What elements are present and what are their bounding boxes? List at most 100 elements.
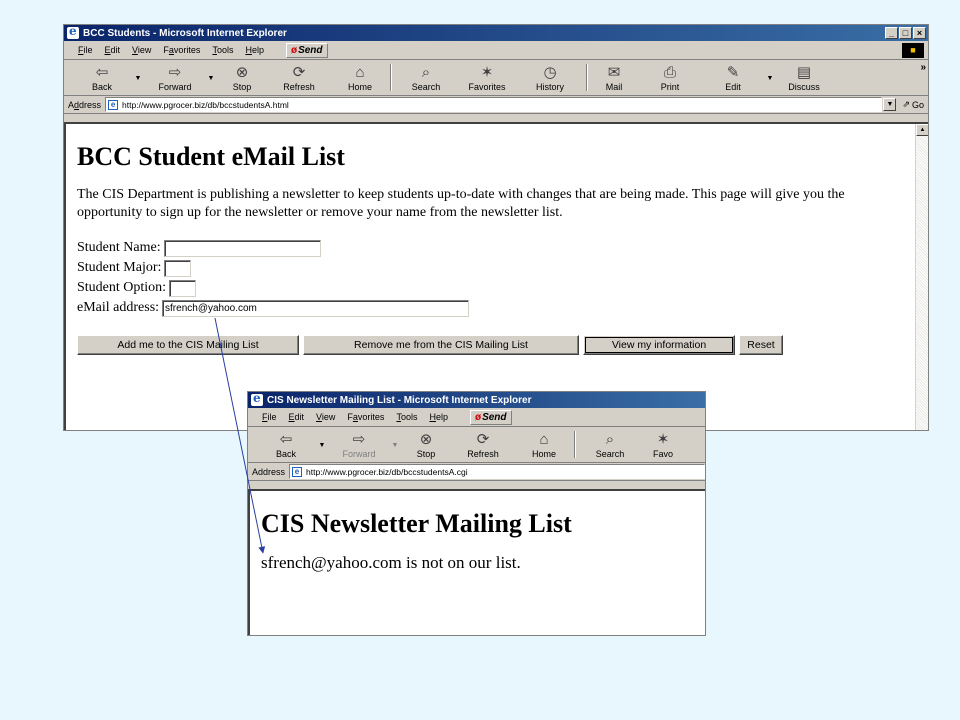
search-button[interactable]: ⌕ Search xyxy=(398,60,454,95)
page-icon: e xyxy=(292,466,303,477)
back-arrow-icon: ⇦ xyxy=(279,431,293,448)
menu-view[interactable]: View xyxy=(316,412,335,422)
forward-button[interactable]: ⇨ Forward xyxy=(334,427,384,462)
back-dropdown[interactable]: ▼ xyxy=(310,427,334,462)
menu-view[interactable]: View xyxy=(132,45,151,55)
refresh-button[interactable]: ⟳ Refresh xyxy=(446,427,520,462)
menu-tools[interactable]: Tools xyxy=(212,45,233,55)
url-text: http://www.pgrocer.biz/db/bccstudentsA.c… xyxy=(306,466,468,477)
stop-button[interactable]: ⊗ Stop xyxy=(406,427,446,462)
vertical-scrollbar[interactable]: ▲ xyxy=(915,124,928,430)
edit-dropdown[interactable]: ▼ xyxy=(760,60,780,95)
stop-button[interactable]: ⊗ Stop xyxy=(222,60,262,95)
favorites-button[interactable]: ✶ Favo xyxy=(638,427,688,462)
view-info-button[interactable]: View my information xyxy=(583,335,735,355)
add-to-list-button[interactable]: Add me to the CIS Mailing List xyxy=(77,335,299,355)
minimize-button[interactable]: _ xyxy=(885,27,898,39)
page-title: BCC Student eMail List xyxy=(77,142,345,171)
forward-dropdown[interactable]: ▼ xyxy=(200,60,222,95)
student-name-row: Student Name: xyxy=(77,238,914,258)
history-icon: ◷ xyxy=(543,64,557,81)
student-name-input[interactable] xyxy=(163,239,321,257)
student-option-label: Student Option: xyxy=(77,280,167,295)
forward-dropdown[interactable]: ▼ xyxy=(384,427,406,462)
home-button[interactable]: ⌂ Home xyxy=(336,60,384,95)
ie-logo-icon xyxy=(67,25,79,39)
menu-edit[interactable]: Edit xyxy=(289,412,305,422)
email-input[interactable]: sfrench@yahoo.com xyxy=(162,299,470,317)
student-major-label: Student Major: xyxy=(77,260,162,275)
send-icon: ø xyxy=(474,411,482,423)
go-button[interactable]: ⇗ Go xyxy=(896,99,928,110)
discuss-button[interactable]: ▤ Discuss xyxy=(780,60,828,95)
search-button[interactable]: ⌕ Search xyxy=(582,427,638,462)
windows-logo-icon: ■ xyxy=(902,43,924,58)
page-content: CIS Newsletter Mailing List sfrench@yaho… xyxy=(248,489,705,635)
stop-icon: ⊗ xyxy=(235,64,249,81)
menu-help[interactable]: Help xyxy=(429,412,448,422)
favorites-button[interactable]: ✶ Favorites xyxy=(454,60,520,95)
print-button[interactable]: ⎙ Print xyxy=(634,60,706,95)
refresh-button[interactable]: ⟳ Refresh xyxy=(262,60,336,95)
page-title: CIS Newsletter Mailing List xyxy=(261,509,572,538)
send-button[interactable]: ø Send xyxy=(285,42,328,58)
search-icon: ⌕ xyxy=(421,64,431,81)
history-button[interactable]: ◷ History xyxy=(520,60,580,95)
student-option-input[interactable] xyxy=(169,279,197,297)
intro-paragraph: The CIS Department is publishing a newsl… xyxy=(77,187,845,220)
printer-icon: ⎙ xyxy=(663,64,676,81)
home-button[interactable]: ⌂ Home xyxy=(520,427,568,462)
edit-icon: ✎ xyxy=(726,64,740,81)
email-label: eMail address: xyxy=(77,300,160,315)
address-dropdown[interactable]: ▼ xyxy=(883,98,897,111)
student-major-input[interactable] xyxy=(164,259,192,277)
menu-bar: File Edit View Favorites Tools Help ø Sen… xyxy=(64,41,928,60)
menu-tools[interactable]: Tools xyxy=(396,412,417,422)
toolbar-separator xyxy=(586,64,588,91)
remove-from-list-button[interactable]: Remove me from the CIS Mailing List xyxy=(303,335,579,355)
toolbar: ⇦ Back ▼ ⇨ Forward ▼ ⊗ Stop ⟳ Refresh ⌂ Home … xyxy=(248,427,705,463)
menu-favorites[interactable]: Favorites xyxy=(347,412,384,422)
forward-button[interactable]: ⇨ Forward xyxy=(150,60,200,95)
toolbar-separator xyxy=(574,431,576,458)
refresh-icon: ⟳ xyxy=(292,64,306,81)
address-label: Address xyxy=(68,99,102,110)
mail-button[interactable]: ✉ Mail xyxy=(594,60,634,95)
refresh-icon: ⟳ xyxy=(476,431,490,448)
menu-help[interactable]: Help xyxy=(245,45,264,55)
close-button[interactable]: × xyxy=(913,27,926,39)
search-icon: ⌕ xyxy=(605,431,615,448)
student-name-label: Student Name: xyxy=(77,240,161,255)
maximize-button[interactable]: □ xyxy=(899,27,912,39)
back-button[interactable]: ⇦ Back xyxy=(262,427,310,462)
title-bar: BCC Students - Microsoft Internet Explor… xyxy=(64,25,928,41)
edit-button[interactable]: ✎ Edit xyxy=(706,60,760,95)
forward-arrow-icon: ⇨ xyxy=(352,431,366,448)
scroll-up-button[interactable]: ▲ xyxy=(916,124,928,136)
reset-button[interactable]: Reset xyxy=(739,335,783,355)
send-button[interactable]: ø Send xyxy=(469,409,512,425)
favorites-icon: ✶ xyxy=(656,431,670,448)
toolbar: ⇦ Back ▼ ⇨ Forward ▼ ⊗ Stop ⟳ Refresh ⌂ Home … xyxy=(64,60,928,96)
result-message: sfrench@yahoo.com is not on our list. xyxy=(261,553,521,572)
menu-edit[interactable]: Edit xyxy=(105,45,121,55)
address-bar: Address e http://www.pgrocer.biz/db/bccs… xyxy=(248,463,705,481)
student-option-row: Student Option: xyxy=(77,278,914,298)
window-title: BCC Students - Microsoft Internet Explor… xyxy=(83,27,287,39)
title-bar: CIS Newsletter Mailing List - Microsoft … xyxy=(248,392,705,408)
menu-favorites[interactable]: Favorites xyxy=(163,45,200,55)
send-icon: ø xyxy=(290,44,298,56)
menu-file[interactable]: File xyxy=(78,45,93,55)
ie-window-bcc-students: BCC Students - Microsoft Internet Explor… xyxy=(63,24,929,431)
email-row: eMail address: sfrench@yahoo.com xyxy=(77,298,914,318)
back-button[interactable]: ⇦ Back xyxy=(78,60,126,95)
student-major-row: Student Major: xyxy=(77,258,914,278)
toolbar-separator xyxy=(390,64,392,91)
address-input[interactable]: e http://www.pgrocer.biz/db/bccstudentsA… xyxy=(289,464,705,479)
address-input[interactable]: e http://www.pgrocer.biz/db/bccstudentsA… xyxy=(105,97,883,112)
discuss-icon: ▤ xyxy=(796,64,812,81)
menu-file[interactable]: File xyxy=(262,412,277,422)
back-dropdown[interactable]: ▼ xyxy=(126,60,150,95)
toolbar-overflow-chevron[interactable]: » xyxy=(920,62,926,73)
go-arrow-icon: ⇗ xyxy=(902,99,910,109)
